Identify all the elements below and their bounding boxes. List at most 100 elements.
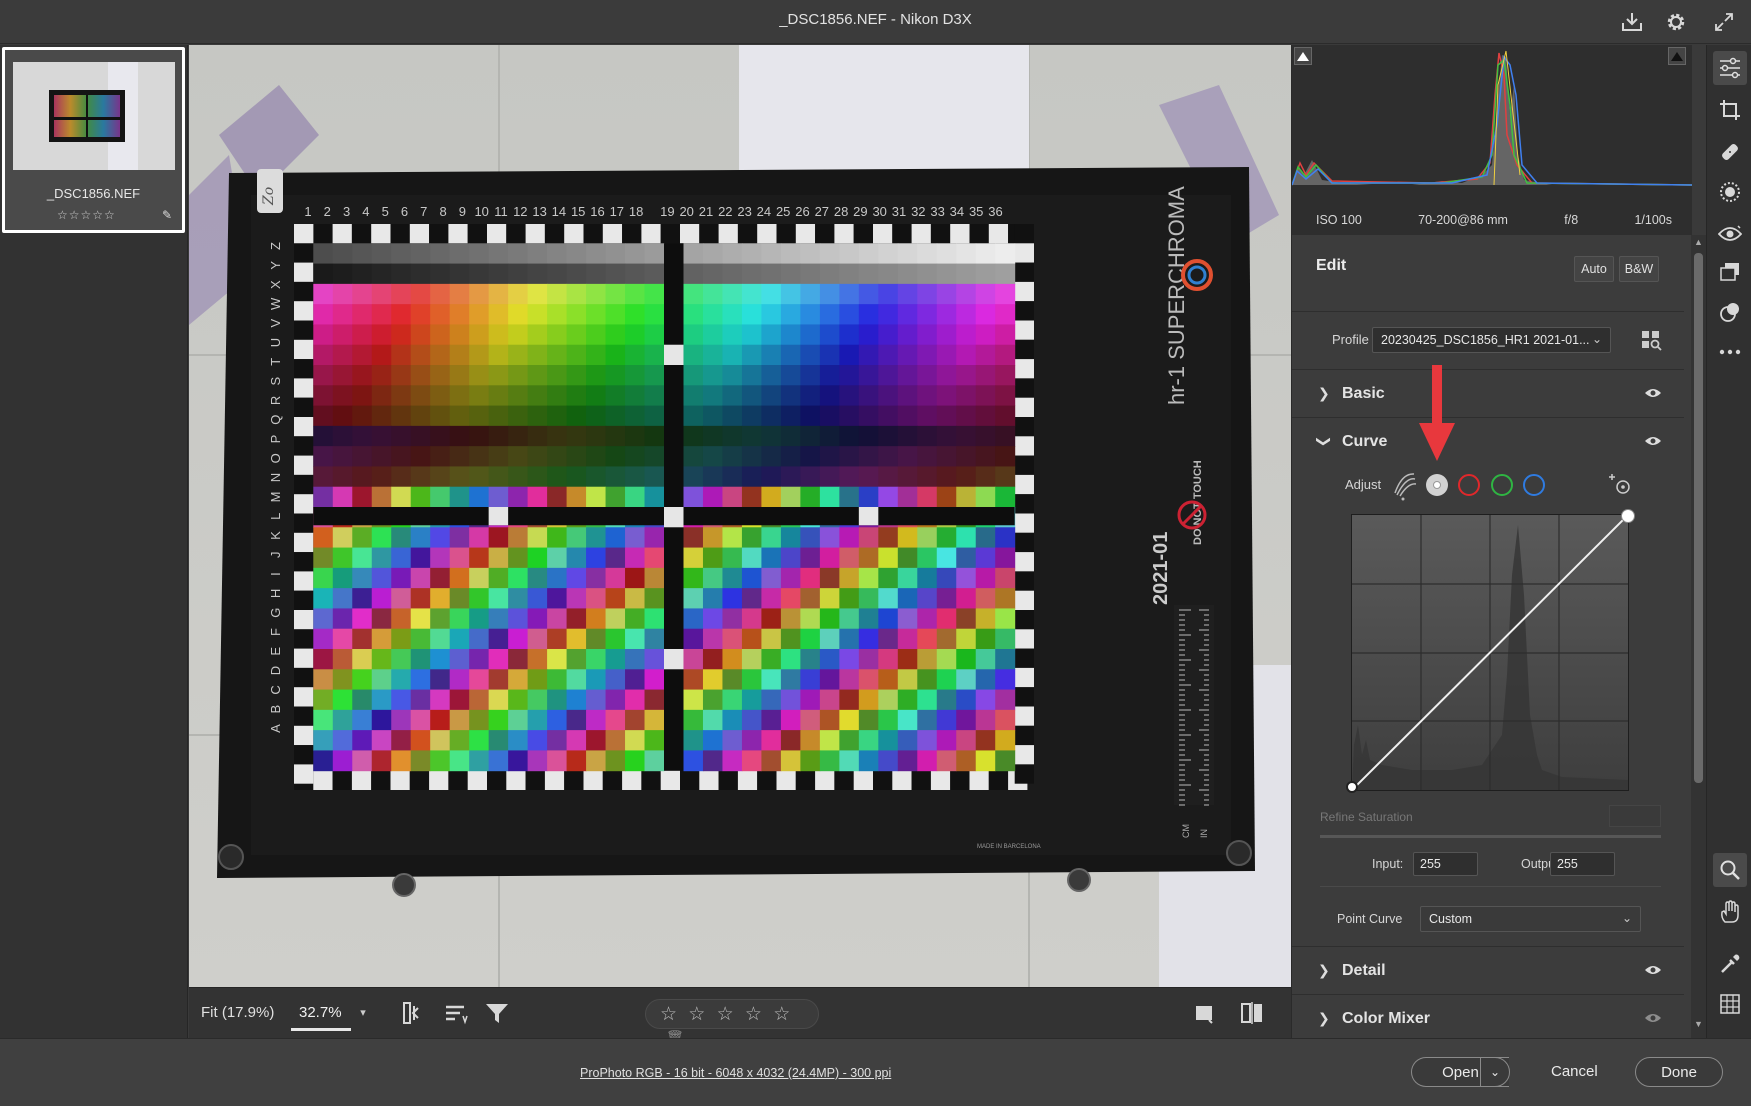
exif-aperture: f/8 bbox=[1564, 213, 1579, 227]
histogram: ISO 100 70-200@86 mm f/8 1/100s bbox=[1292, 45, 1692, 235]
cancel-button[interactable]: Cancel bbox=[1551, 1063, 1598, 1080]
grid-overlay-icon[interactable] bbox=[1713, 987, 1747, 1021]
refine-saturation-field[interactable] bbox=[1609, 805, 1661, 827]
profile-select[interactable]: 20230425_DSC1856_HR1 2021-01... ⌄ bbox=[1372, 327, 1611, 353]
curve-section-title: Curve bbox=[1342, 432, 1388, 450]
open-options-chevron-icon[interactable]: ⌄ bbox=[1480, 1057, 1510, 1087]
chart-row-letter: Q bbox=[268, 415, 283, 425]
chart-column-number: 24 bbox=[757, 204, 771, 219]
white-balance-eyedropper-icon[interactable] bbox=[1713, 947, 1747, 981]
basic-section-title: Basic bbox=[1342, 384, 1385, 402]
chart-column-number: 11 bbox=[494, 204, 508, 219]
point-curve-red-button[interactable] bbox=[1458, 474, 1480, 496]
eye-icon[interactable] bbox=[1644, 963, 1662, 979]
eye-icon[interactable] bbox=[1644, 386, 1662, 402]
exif-iso: ISO 100 bbox=[1316, 213, 1362, 227]
eye-icon[interactable] bbox=[1644, 434, 1662, 450]
color-mixer-section-header[interactable]: ❯ Color Mixer bbox=[1292, 994, 1684, 1042]
scrollbar-thumb[interactable] bbox=[1694, 253, 1703, 783]
targeted-adjustment-icon[interactable] bbox=[1607, 473, 1633, 500]
profile-browser-icon[interactable] bbox=[1640, 329, 1662, 354]
image-viewer[interactable]: 1 2 3 4 5 6 7 8 9 10 11 12 13 14 15 16 17 18 19 20 21 22 23 24 2… bbox=[189, 45, 1291, 987]
chart-row-letter: U bbox=[268, 338, 283, 347]
point-curve-white-button[interactable] bbox=[1426, 474, 1448, 496]
fullscreen-icon[interactable] bbox=[1710, 8, 1738, 36]
presets-icon[interactable] bbox=[1713, 295, 1747, 329]
chart-row-letter: I bbox=[268, 572, 283, 576]
input-field[interactable]: 255 bbox=[1413, 852, 1478, 876]
chart-row-letter: S bbox=[268, 376, 283, 385]
scroll-up-icon[interactable]: ▲ bbox=[1694, 237, 1703, 247]
crop-icon[interactable] bbox=[1713, 93, 1747, 127]
gear-icon[interactable] bbox=[1662, 8, 1690, 36]
point-curve-blue-button[interactable] bbox=[1523, 474, 1545, 496]
eye-icon[interactable] bbox=[1644, 1011, 1662, 1027]
window-title: _DSC1856.NEF - Nikon D3X bbox=[779, 11, 972, 28]
filmstrip-toggle-icon[interactable] bbox=[401, 1000, 427, 1029]
auto-button[interactable]: Auto bbox=[1574, 256, 1614, 282]
chart-column-number: 10 bbox=[474, 204, 488, 219]
tone-curve-graph[interactable] bbox=[1346, 509, 1635, 793]
chart-row-letter: M bbox=[268, 491, 283, 502]
hand-tool-icon[interactable] bbox=[1713, 895, 1747, 929]
point-curve-select[interactable]: Custom ⌄ bbox=[1420, 906, 1641, 932]
compare-single-icon[interactable] bbox=[1193, 1002, 1215, 1027]
chart-column-number: 13 bbox=[532, 204, 546, 219]
healing-brush-icon[interactable] bbox=[1713, 135, 1747, 169]
bw-button[interactable]: B&W bbox=[1619, 256, 1659, 282]
scroll-down-icon[interactable]: ▼ bbox=[1694, 1019, 1703, 1029]
workflow-options-link[interactable]: ProPhoto RGB - 16 bit - 6048 x 4032 (24.… bbox=[580, 1066, 891, 1080]
histogram-graph bbox=[1292, 50, 1692, 186]
detail-section-header[interactable]: ❯ Detail bbox=[1292, 946, 1684, 994]
color-mixer-section-title: Color Mixer bbox=[1342, 1009, 1431, 1027]
fit-zoom-button[interactable]: Fit (17.9%) bbox=[201, 1004, 274, 1021]
curve-section-header[interactable]: ❯ Curve bbox=[1292, 417, 1684, 465]
refine-saturation-slider[interactable] bbox=[1320, 835, 1661, 838]
chart-row-letter: P bbox=[268, 435, 283, 444]
thumbnail-rating[interactable]: ☆☆☆☆☆ bbox=[57, 208, 116, 222]
curve-point-black[interactable] bbox=[1346, 781, 1358, 793]
chart-row-letter: K bbox=[268, 531, 283, 540]
chart-row-letter: E bbox=[268, 647, 283, 656]
output-field[interactable]: 255 bbox=[1550, 852, 1615, 876]
chart-column-number: 22 bbox=[718, 204, 732, 219]
zoom-level-field[interactable]: 32.7% bbox=[291, 997, 351, 1031]
rating-bar[interactable]: ☆ ☆ ☆ ☆ ☆ 🗑 bbox=[645, 999, 819, 1045]
red-eye-icon[interactable] bbox=[1713, 217, 1747, 251]
chart-row-letter: C bbox=[268, 685, 283, 694]
rating-stars[interactable]: ☆ ☆ ☆ ☆ ☆ bbox=[660, 1004, 793, 1025]
edit-panel-scrollbar[interactable]: ▲ ▼ bbox=[1691, 235, 1706, 1038]
more-options-icon[interactable] bbox=[1713, 335, 1747, 369]
chart-column-number: 16 bbox=[590, 204, 604, 219]
curve-point-white[interactable] bbox=[1621, 509, 1635, 523]
chart-column-number: 8 bbox=[439, 204, 446, 219]
refine-saturation-label: Refine Saturation bbox=[1320, 810, 1413, 824]
open-button-label: Open bbox=[1442, 1063, 1479, 1081]
chevron-right-icon: ❯ bbox=[1318, 1010, 1330, 1026]
chart-column-number: 31 bbox=[892, 204, 906, 219]
zoom-dropdown-chevron-icon[interactable]: ▾ bbox=[353, 1002, 373, 1024]
before-after-icon[interactable] bbox=[1239, 1000, 1265, 1029]
chevron-down-icon: ⌄ bbox=[1591, 332, 1602, 346]
done-button[interactable]: Done bbox=[1635, 1057, 1723, 1087]
masking-icon[interactable] bbox=[1713, 175, 1747, 209]
chart-row-letter: W bbox=[268, 297, 283, 310]
filter-icon[interactable] bbox=[484, 1000, 510, 1029]
chart-column-number: 2 bbox=[324, 204, 331, 219]
basic-section-header[interactable]: ❯ Basic bbox=[1292, 369, 1684, 417]
detail-section-title: Detail bbox=[1342, 961, 1386, 979]
zoom-tool-icon[interactable] bbox=[1713, 853, 1747, 887]
edit-sliders-icon[interactable] bbox=[1713, 51, 1747, 85]
chart-handwritten-mark: Zo bbox=[261, 187, 277, 206]
chart-row-letter: N bbox=[268, 473, 283, 482]
profile-select-value: 20230425_DSC1856_HR1 2021-01... bbox=[1381, 333, 1590, 347]
save-download-icon[interactable] bbox=[1618, 8, 1646, 36]
edit-title: Edit bbox=[1316, 257, 1347, 274]
filmstrip-thumbnail[interactable]: _DSC1856.NEF ☆☆☆☆☆ ✎ bbox=[2, 47, 185, 233]
parametric-curve-icon[interactable] bbox=[1392, 471, 1418, 504]
sort-icon[interactable] bbox=[443, 1000, 469, 1029]
chevron-down-icon: ⌄ bbox=[1621, 911, 1632, 925]
chart-column-number: 36 bbox=[988, 204, 1002, 219]
snapshots-icon[interactable] bbox=[1713, 255, 1747, 289]
point-curve-green-button[interactable] bbox=[1491, 474, 1513, 496]
